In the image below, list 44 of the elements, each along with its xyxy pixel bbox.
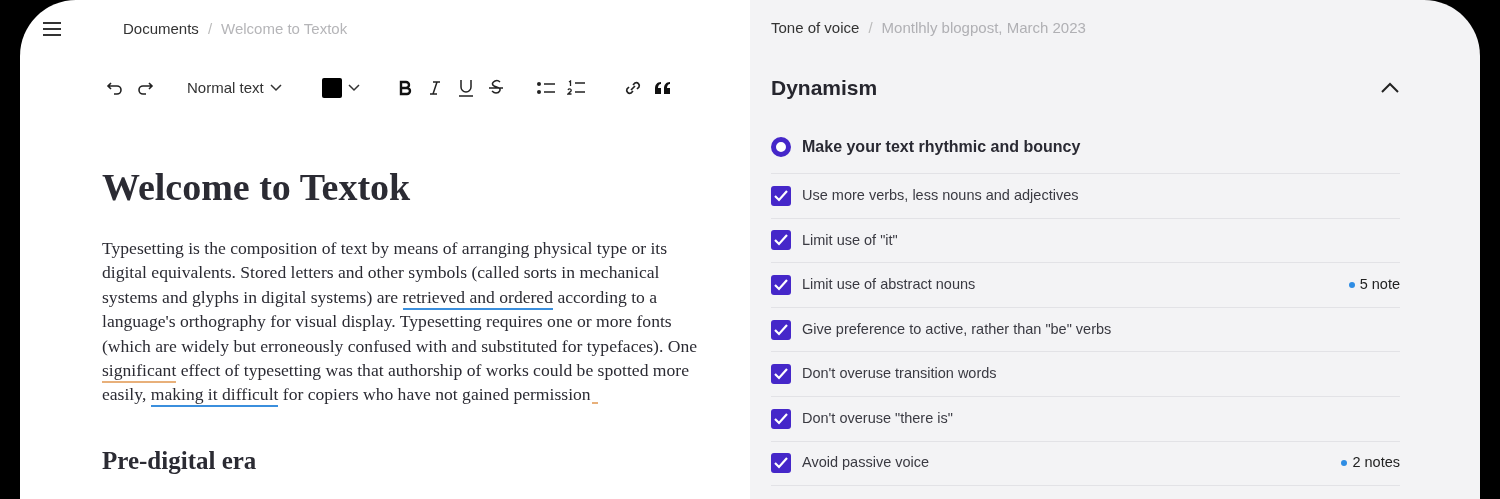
- notes-count[interactable]: 5 note: [1359, 274, 1400, 296]
- body-paragraph: Typesetting is the composition of text by means of arranging physical type or its digital equivalents. Stored letters and other symbols (called sorts in mechanical systems and glyphs in digital systems) are retrieved and ordered according to a language's orthography for visual display. Typesetting requires one or more fonts (which are widely but erroneously confused with and substituted for typefaces). One significant effect of typesetting was that authorship of works could be spotted more easily, making it difficult for copiers who have not gained permission: [102, 236, 708, 407]
- undo-icon[interactable]: [106, 80, 124, 96]
- breadcrumb-link[interactable]: Tone of voice: [771, 16, 860, 40]
- rule-label: Don't overuse transition words: [802, 364, 998, 384]
- radio-button[interactable]: [771, 136, 791, 157]
- breadcrumb-separator: /: [868, 17, 873, 38]
- document-title: Welcome to Textok: [102, 165, 412, 209]
- rule-label: Give preference to active, rather than "be" verbs: [802, 319, 1113, 339]
- strikethrough-icon[interactable]: [487, 79, 504, 97]
- checkbox[interactable]: [771, 319, 791, 340]
- checkbox[interactable]: [771, 275, 791, 295]
- bullet-list-icon[interactable]: [536, 81, 555, 95]
- quote-icon[interactable]: [653, 81, 672, 95]
- breadcrumb-current: Welcome to Textok: [221, 18, 348, 39]
- numbered-list-icon[interactable]: [566, 80, 585, 96]
- text-style-dropdown[interactable]: Normal text: [187, 76, 282, 100]
- caret-icon: [269, 84, 282, 92]
- color-swatch: [321, 78, 342, 98]
- menu-icon[interactable]: [42, 21, 62, 37]
- goal-label: Make your text rhythmic and bouncy: [802, 136, 1081, 157]
- section-title: Dynamism: [771, 75, 878, 102]
- checkbox[interactable]: [771, 364, 791, 385]
- rule-label: Avoid passive voice: [802, 453, 931, 473]
- redo-icon[interactable]: [136, 80, 154, 96]
- checkbox[interactable]: [771, 185, 791, 206]
- text-color-picker[interactable]: [321, 78, 360, 98]
- breadcrumb-separator: /: [207, 18, 213, 39]
- bold-icon[interactable]: [397, 80, 412, 96]
- rule-label: Don't overuse "there is": [802, 408, 954, 428]
- caret-icon: [347, 84, 360, 92]
- collapse-chevron-icon[interactable]: [1380, 82, 1400, 94]
- underline-icon[interactable]: [457, 79, 474, 97]
- rule-label: Limit use of abstract nouns: [802, 275, 977, 295]
- section-heading: Pre-digital era: [102, 445, 258, 476]
- notes-count[interactable]: 2 notes: [1352, 452, 1400, 475]
- checkbox[interactable]: [771, 453, 791, 474]
- checkbox[interactable]: [771, 230, 791, 251]
- breadcrumb-link[interactable]: Documents: [123, 17, 199, 41]
- checkbox[interactable]: [771, 408, 791, 429]
- breadcrumb-current: Montlhly blogpost, March 2023: [881, 17, 1086, 38]
- rule-label: Use more verbs, less nouns and adjectives: [802, 185, 1080, 205]
- italic-icon[interactable]: [427, 80, 442, 96]
- rule-label: Limit use of "it": [802, 230, 899, 250]
